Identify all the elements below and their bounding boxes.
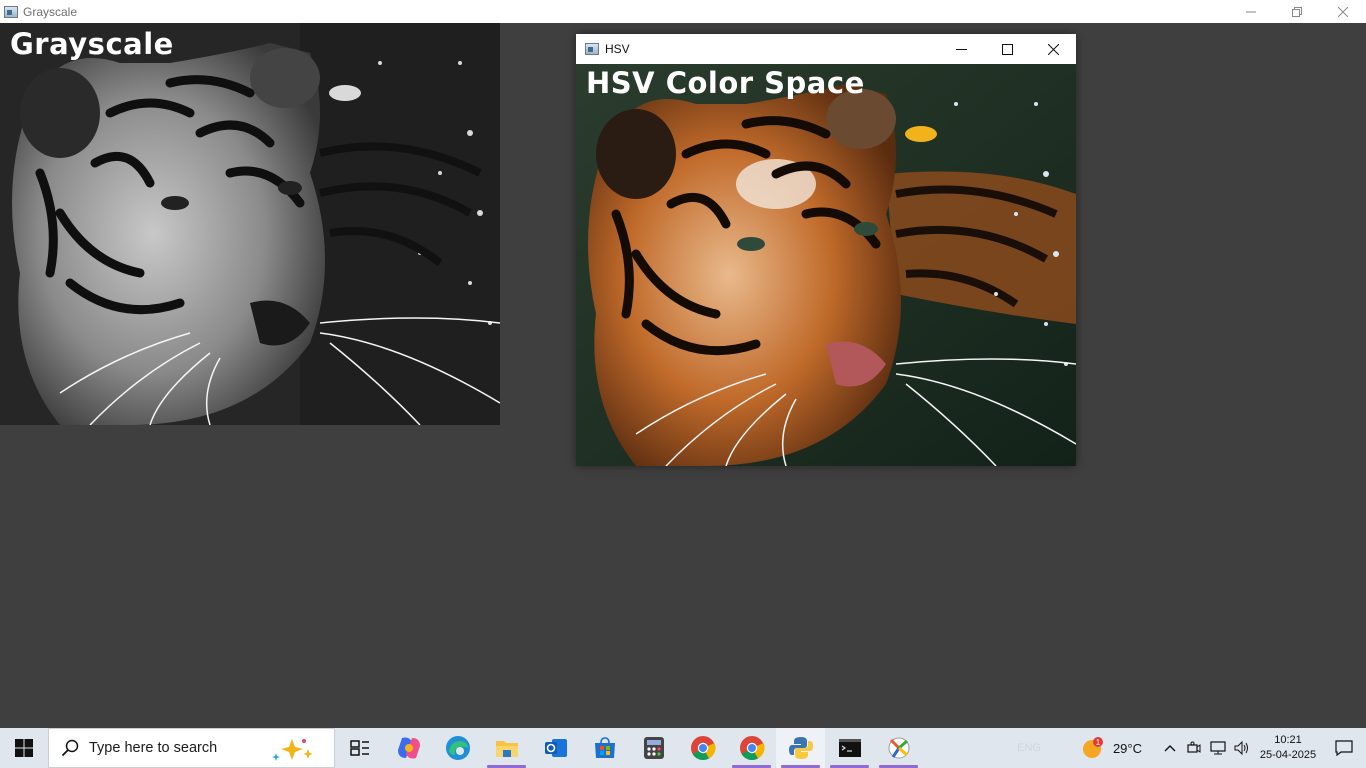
paint-app-button[interactable] — [874, 728, 923, 768]
network-icon — [1210, 741, 1226, 755]
weather-widget[interactable]: 1 29°C — [1081, 736, 1142, 760]
outlook-icon — [544, 739, 567, 757]
task-view-icon — [349, 740, 369, 756]
hsv-maximize-button[interactable] — [984, 34, 1030, 64]
edge-button[interactable] — [433, 728, 482, 768]
search-placeholder: Type here to search — [89, 740, 218, 756]
taskbar: Type here to search ENG 1 29°C 10:21 25-… — [0, 728, 1366, 768]
system-tray: ENG 1 29°C 10:21 25-04-2025 — [1017, 728, 1366, 768]
hsv-window-titlebar[interactable]: HSV — [576, 34, 1076, 64]
weather-sun-icon: 1 — [1082, 737, 1103, 758]
store-bag-icon — [594, 737, 615, 758]
windows-logo-icon — [15, 739, 33, 757]
clock-time: 10:21 — [1274, 734, 1302, 746]
notification-icon — [1335, 740, 1353, 756]
close-icon — [1047, 43, 1059, 55]
taskbar-search-box[interactable]: Type here to search — [48, 728, 335, 768]
copilot-button[interactable] — [384, 728, 433, 768]
clock-date: 25-04-2025 — [1259, 749, 1317, 761]
input-language[interactable]: ENG — [1017, 742, 1041, 754]
minimize-icon — [955, 48, 967, 50]
chrome-icon — [739, 736, 765, 761]
notifications-button[interactable] — [1322, 728, 1366, 768]
python-button[interactable] — [776, 728, 825, 768]
copilot-icon — [397, 737, 420, 759]
camera-icon — [1187, 741, 1201, 753]
volume-button[interactable] — [1230, 728, 1254, 768]
hsv-close-button[interactable] — [1030, 34, 1076, 64]
terminal-button[interactable] — [825, 728, 874, 768]
window-app-icon — [585, 43, 599, 55]
main-window-titlebar[interactable]: Grayscale — [0, 0, 1366, 23]
window-app-icon — [4, 5, 18, 18]
hsv-overlay-label: HSV Color Space — [586, 66, 865, 100]
outlook-button[interactable] — [531, 728, 580, 768]
chrome-profile-button[interactable] — [727, 728, 776, 768]
network-button[interactable] — [1206, 728, 1230, 768]
close-button[interactable] — [1320, 0, 1366, 23]
file-explorer-button[interactable] — [482, 728, 531, 768]
calculator-icon — [643, 737, 664, 759]
main-window-title: Grayscale — [23, 4, 78, 19]
hsv-minimize-button[interactable] — [938, 34, 984, 64]
speaker-icon — [1234, 741, 1248, 755]
chrome-icon — [690, 736, 716, 761]
folder-icon — [495, 741, 518, 757]
microsoft-store-button[interactable] — [580, 728, 629, 768]
chrome-button[interactable] — [678, 728, 727, 768]
grayscale-overlay-label: Grayscale — [10, 27, 174, 61]
task-view-button[interactable] — [335, 728, 384, 768]
chevron-up-icon — [1164, 745, 1176, 752]
python-icon — [788, 737, 813, 759]
minimize-button[interactable] — [1228, 0, 1274, 23]
edge-browser-icon — [445, 736, 470, 760]
hsv-window-title: HSV — [605, 42, 630, 56]
restore-icon — [1292, 6, 1302, 17]
close-icon — [1338, 6, 1348, 17]
weather-alert-badge: 1 — [1096, 738, 1101, 747]
hsv-tiger-picture — [576, 64, 1076, 466]
restore-button[interactable] — [1274, 0, 1320, 23]
show-hidden-icons-button[interactable] — [1158, 728, 1182, 768]
grayscale-image: Grayscale — [0, 23, 500, 425]
paint-app-icon — [888, 737, 909, 759]
calculator-button[interactable] — [629, 728, 678, 768]
clock[interactable]: 10:21 25-04-2025 — [1254, 733, 1322, 763]
weather-temperature: 29°C — [1112, 740, 1142, 756]
start-button[interactable] — [0, 728, 48, 768]
search-icon — [61, 739, 79, 757]
copilot-sparkle-icon — [272, 739, 313, 761]
minimize-icon — [1246, 11, 1256, 12]
hsv-window[interactable]: HSV HSV Color Space — [576, 34, 1076, 466]
terminal-icon — [838, 739, 861, 757]
meet-now-button[interactable] — [1182, 728, 1206, 768]
hsv-image: HSV Color Space — [576, 64, 1076, 466]
grayscale-tiger-picture — [0, 23, 500, 425]
maximize-icon — [1001, 43, 1013, 55]
